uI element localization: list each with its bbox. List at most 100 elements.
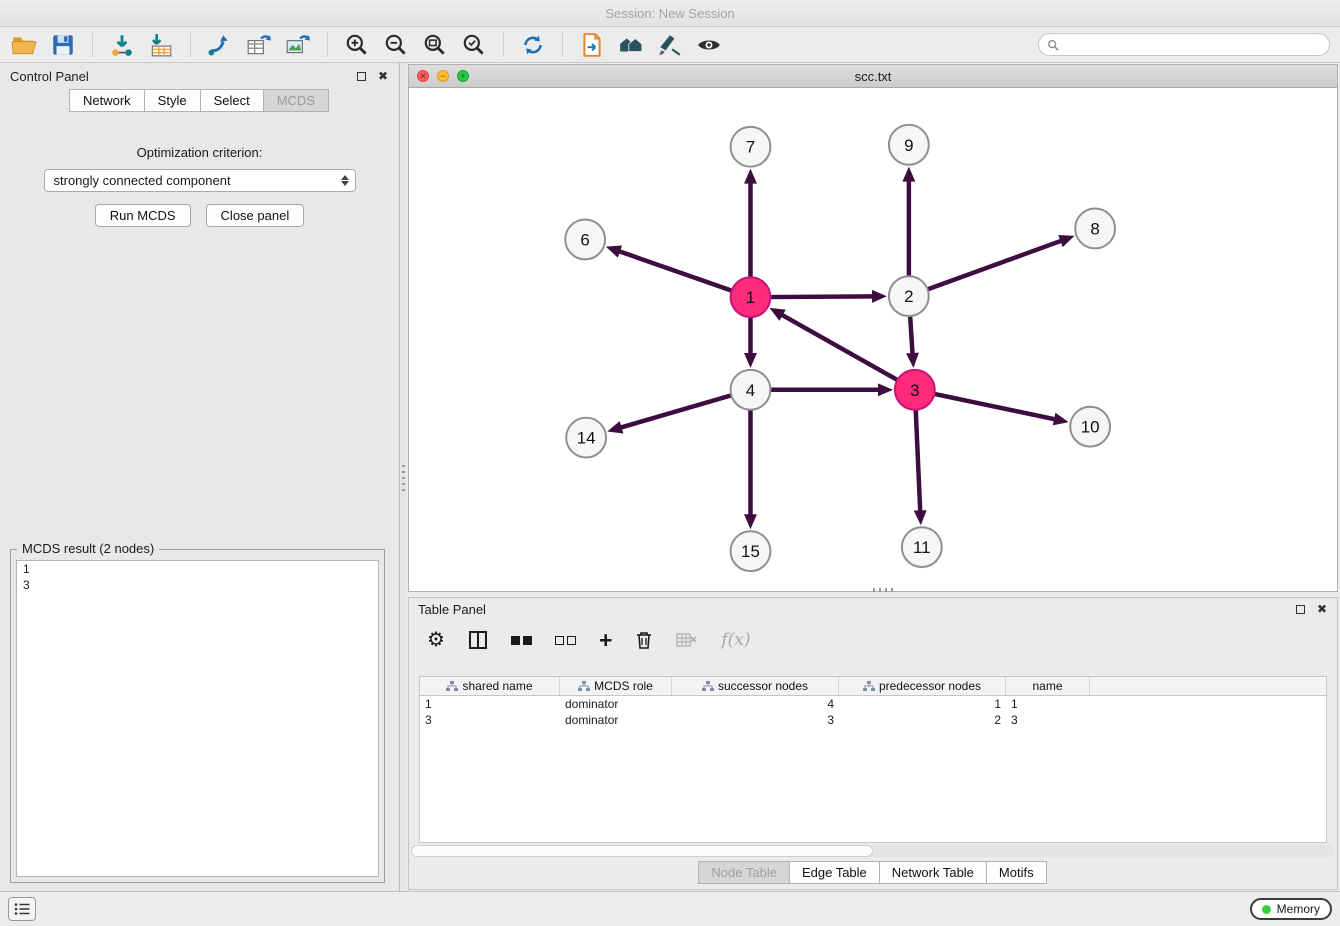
scrollbar-thumb[interactable] [411,845,873,857]
cell-shared-name[interactable]: 3 [420,713,560,727]
table-row[interactable]: 1 dominator 4 1 1 [420,696,1326,712]
cell-name[interactable]: 1 [1006,697,1090,711]
open-session-icon[interactable] [10,31,38,59]
network-window-titlebar[interactable]: scc.txt ✕ − + [409,65,1337,88]
cell-successor-nodes[interactable]: 3 [672,713,839,727]
zoom-fit-icon[interactable] [421,31,449,59]
mcds-result-item: 3 [17,577,378,593]
refresh-layout-icon[interactable] [519,31,547,59]
graph-edge[interactable] [910,313,913,357]
tab-style[interactable]: Style [144,89,201,112]
main-toolbar [0,27,1340,63]
network-window-title: scc.txt [409,69,1337,84]
session-file-icon[interactable] [578,31,606,59]
graph-edge[interactable] [616,250,734,291]
network-canvas[interactable]: 7968124314101511 [409,88,1337,591]
close-window-icon[interactable]: ✕ [417,70,429,82]
graph-edge[interactable] [916,407,921,515]
run-mcds-button[interactable]: Run MCDS [95,204,191,227]
mcds-result-list[interactable]: 1 3 [16,560,379,877]
network-tools-icon[interactable] [206,31,234,59]
control-panel: Control Panel ✖ Network Style Select MCD… [0,63,400,891]
float-panel-icon[interactable] [355,70,367,82]
graph-edge[interactable] [925,240,1064,291]
close-panel-button[interactable]: Close panel [206,204,305,227]
show-columns-icon[interactable] [468,630,488,650]
graph-edge[interactable] [779,313,900,381]
float-table-panel-icon[interactable] [1294,603,1306,615]
graph-edge[interactable] [931,393,1058,420]
criterion-dropdown[interactable]: strongly connected component [44,169,356,192]
memory-label: Memory [1277,902,1320,916]
close-panel-icon[interactable]: ✖ [377,70,389,82]
tab-network-table[interactable]: Network Table [879,861,987,884]
graph-edge[interactable] [618,395,735,429]
cell-successor-nodes[interactable]: 4 [672,697,839,711]
table-panel-tabs: Node Table Edge Table Network Table Moti… [409,861,1337,884]
search-field[interactable] [1038,33,1330,56]
style-brush-icon[interactable] [656,31,684,59]
tab-network[interactable]: Network [69,89,145,112]
tab-motifs[interactable]: Motifs [986,861,1047,884]
cell-mcds-role[interactable]: dominator [560,697,672,711]
cell-predecessor-nodes[interactable]: 2 [839,713,1006,727]
import-network-icon[interactable] [108,31,136,59]
minimize-window-icon[interactable]: − [437,70,449,82]
graph-node-label: 8 [1090,219,1099,238]
panel-splitter[interactable] [400,63,407,891]
cell-predecessor-nodes[interactable]: 1 [839,697,1006,711]
cell-mcds-role[interactable]: dominator [560,713,672,727]
tab-select[interactable]: Select [200,89,264,112]
column-type-icon [446,681,458,692]
edge-arrowhead [878,383,893,396]
delete-table-icon [676,632,698,648]
column-header-successor-nodes[interactable]: successor nodes [672,677,839,695]
network-graph[interactable]: 7968124314101511 [409,88,1337,591]
column-header-predecessor-nodes[interactable]: predecessor nodes [839,677,1006,695]
graph-node-label: 2 [904,287,913,306]
graph-node-label: 9 [904,136,913,155]
edge-arrowhead [902,167,915,182]
zoom-selected-icon[interactable] [460,31,488,59]
memory-button[interactable]: Memory [1250,898,1332,920]
maximize-window-icon[interactable]: + [457,70,469,82]
zoom-out-icon[interactable] [382,31,410,59]
deselect-all-columns-icon[interactable] [555,636,576,645]
column-header-shared-name[interactable]: shared name [420,677,560,695]
graph-node-label: 15 [741,542,760,561]
close-table-panel-icon[interactable]: ✖ [1316,603,1328,615]
column-header-mcds-role[interactable]: MCDS role [560,677,672,695]
home-networks-icon[interactable] [617,31,645,59]
column-header-name[interactable]: name [1006,677,1090,695]
graph-node-label: 3 [910,381,919,400]
status-bar: Memory [0,891,1340,926]
cell-name[interactable]: 3 [1006,713,1090,727]
search-input[interactable] [1064,38,1321,52]
window-titlebar: Session: New Session [0,0,1340,27]
add-column-icon[interactable]: + [599,629,612,652]
table-row[interactable]: 3 dominator 3 2 3 [420,712,1326,728]
zoom-in-icon[interactable] [343,31,371,59]
delete-column-icon[interactable] [635,630,653,650]
table-settings-gear-icon[interactable]: ⚙ [427,630,445,650]
import-table-icon[interactable] [147,31,175,59]
eye-icon[interactable] [695,31,723,59]
graph-edge[interactable] [767,296,876,297]
save-session-icon[interactable] [49,31,77,59]
edge-arrowhead [744,514,757,529]
control-panel-tabs: Network Style Select MCDS [0,89,399,112]
export-image-icon[interactable] [284,31,312,59]
window-resize-grip-icon[interactable] [873,588,895,592]
tab-mcds[interactable]: MCDS [263,89,329,112]
export-table-icon[interactable] [245,31,273,59]
task-history-button[interactable] [8,897,36,921]
graph-node-label: 11 [913,538,931,557]
cell-shared-name[interactable]: 1 [420,697,560,711]
graph-node-label: 14 [577,429,596,448]
table-horizontal-scrollbar[interactable] [411,845,1335,857]
tab-edge-table[interactable]: Edge Table [789,861,880,884]
select-all-columns-icon[interactable] [511,636,532,645]
tab-node-table[interactable]: Node Table [698,861,790,884]
criterion-dropdown-value: strongly connected component [54,173,231,188]
graph-node-label: 10 [1081,418,1100,437]
